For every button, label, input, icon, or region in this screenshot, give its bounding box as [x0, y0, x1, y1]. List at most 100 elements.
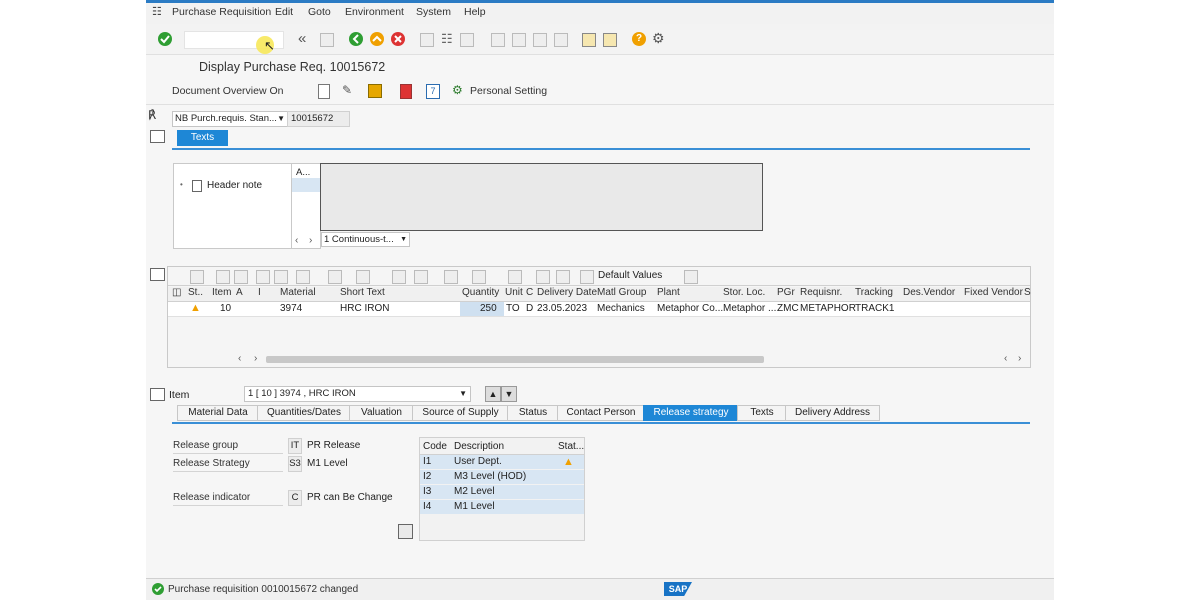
col-requisnr[interactable]: Requisnr.	[800, 287, 842, 298]
col-matl-group[interactable]: Matl Group	[597, 287, 646, 298]
command-chevron-icon[interactable]: «	[298, 30, 306, 47]
release-row[interactable]: I2 M3 Level (HOD)	[420, 470, 584, 484]
back-icon[interactable]	[349, 32, 363, 46]
release-row[interactable]: I3 M2 Level	[420, 485, 584, 499]
last-page-icon[interactable]	[554, 33, 568, 47]
grid-scroll-far-left-icon[interactable]: ‹	[1004, 353, 1007, 364]
item-detail-toggle-icon[interactable]	[150, 388, 165, 401]
messages-icon[interactable]: 7	[426, 84, 440, 99]
col-tracking[interactable]: Tracking	[855, 287, 893, 298]
col-stor-loc[interactable]: Stor. Loc.	[723, 287, 765, 298]
select-all-icon[interactable]: ◫	[172, 287, 181, 298]
item-select[interactable]: 1 [ 10 ] 3974 , HRC IRON ▼	[244, 386, 471, 402]
text-format-select[interactable]: 1 Continuous-t... ▼	[321, 232, 410, 247]
tab-source-of-supply[interactable]: Source of Supply	[412, 405, 509, 421]
next-item-icon[interactable]: ▼	[501, 386, 517, 402]
default-values-icon[interactable]	[580, 270, 594, 284]
release-indicator-field[interactable]: C	[288, 490, 302, 506]
menu-purchase-requisition[interactable]: Purchase Requisition	[172, 6, 271, 18]
col-short-text[interactable]: Short Text	[340, 287, 385, 298]
sum-icon[interactable]	[328, 270, 342, 284]
col-des-vendor[interactable]: Des.Vendor	[903, 287, 955, 298]
save-icon[interactable]	[320, 33, 334, 47]
col-item[interactable]: Item	[212, 287, 231, 298]
item-overview-toggle-icon[interactable]	[150, 268, 165, 281]
table-row[interactable]: ▲ 10 3974 HRC IRON 250 TO D 23.05.2023 M…	[168, 302, 1030, 317]
find-binoculars-icon[interactable]	[256, 270, 270, 284]
check-icon[interactable]	[400, 84, 412, 99]
col-c[interactable]: C	[526, 287, 533, 298]
settings-gear-icon[interactable]: ⚙	[652, 30, 665, 47]
enter-check-icon[interactable]	[158, 32, 172, 46]
document-number-field[interactable]: 10015672	[287, 111, 350, 127]
tab-contact-person[interactable]: Contact Person	[557, 405, 645, 421]
menu-environment[interactable]: Environment	[345, 6, 404, 18]
scroll-left-icon[interactable]: ‹	[295, 235, 298, 246]
col-s[interactable]: S	[1024, 287, 1031, 298]
create-document-icon[interactable]	[318, 84, 330, 99]
subtotal-icon[interactable]	[356, 270, 370, 284]
col-fixed-vendor[interactable]: Fixed Vendor	[964, 287, 1023, 298]
help-icon[interactable]: ?	[632, 32, 646, 46]
col-delivery-date[interactable]: Delivery Date	[537, 287, 597, 298]
menu-icon[interactable]: ☷	[152, 5, 162, 18]
personal-setting-icon[interactable]: ⚙	[452, 83, 463, 97]
release-simulation-icon[interactable]	[398, 524, 413, 539]
tab-status[interactable]: Status	[507, 405, 559, 421]
tab-valuation[interactable]: Valuation	[349, 405, 414, 421]
layout-icon[interactable]	[472, 270, 486, 284]
sort-ascending-icon[interactable]	[216, 270, 230, 284]
create-session-icon[interactable]	[582, 33, 596, 47]
tab-texts[interactable]: Texts	[177, 130, 228, 146]
views-icon[interactable]	[414, 270, 428, 284]
document-type-select[interactable]: NB Purch.requis. Stan... ▼	[172, 111, 288, 127]
col-pgr[interactable]: PGr	[777, 287, 795, 298]
default-values-button[interactable]: Default Values	[598, 270, 662, 281]
next-page-icon[interactable]	[533, 33, 547, 47]
tab-delivery-address[interactable]: Delivery Address	[785, 405, 880, 421]
col-a[interactable]: A	[236, 287, 243, 298]
release-row[interactable]: I1 User Dept. ▲	[420, 455, 584, 469]
grid-scroll-left-icon[interactable]: ‹	[238, 353, 241, 364]
header-expand-icon[interactable]	[150, 130, 165, 143]
cancel-icon[interactable]	[391, 32, 405, 46]
filter-icon[interactable]	[296, 270, 310, 284]
sort-descending-icon[interactable]	[234, 270, 248, 284]
print-icon[interactable]	[420, 33, 434, 47]
display-change-icon[interactable]: ✎	[342, 83, 352, 97]
shortcut-icon[interactable]	[603, 33, 617, 47]
header-toggle-icon[interactable]: ℟	[148, 108, 156, 122]
menu-goto[interactable]: Goto	[308, 6, 331, 18]
grid-scroll-right-icon[interactable]: ›	[254, 353, 257, 364]
menu-help[interactable]: Help	[464, 6, 486, 18]
menu-system[interactable]: System	[416, 6, 451, 18]
col-status[interactable]: St..	[188, 287, 203, 298]
export-icon[interactable]	[444, 270, 458, 284]
first-page-icon[interactable]	[491, 33, 505, 47]
tab-quantities-dates[interactable]: Quantities/Dates	[257, 405, 351, 421]
previous-item-icon[interactable]: ▲	[485, 386, 501, 402]
delete-row-icon[interactable]	[556, 270, 570, 284]
col-unit[interactable]: Unit	[505, 287, 523, 298]
hold-icon[interactable]	[368, 84, 382, 98]
menu-edit[interactable]: Edit	[275, 6, 293, 18]
find-icon[interactable]: ☷	[441, 31, 453, 47]
grid-scroll-far-right-icon[interactable]: ›	[1018, 353, 1021, 364]
release-group-field[interactable]: IT	[288, 438, 302, 454]
tab-material-data[interactable]: Material Data	[177, 405, 259, 421]
tab-release-strategy[interactable]: Release strategy	[643, 405, 739, 421]
tab-texts-item[interactable]: Texts	[737, 405, 787, 421]
grid-scrollbar[interactable]	[266, 356, 764, 363]
information-icon[interactable]	[508, 270, 522, 284]
copy-row-icon[interactable]	[536, 270, 550, 284]
personal-setting-button[interactable]: Personal Setting	[470, 85, 547, 97]
text-editor-area[interactable]	[320, 163, 763, 231]
previous-page-icon[interactable]	[512, 33, 526, 47]
col-i[interactable]: I	[258, 287, 261, 298]
col-quantity[interactable]: Quantity	[462, 287, 499, 298]
find-next-icon[interactable]	[460, 33, 474, 47]
details-icon[interactable]	[190, 270, 204, 284]
document-overview-button[interactable]: Document Overview On	[172, 85, 283, 97]
print-preview-icon[interactable]	[392, 270, 406, 284]
exit-icon[interactable]	[370, 32, 384, 46]
